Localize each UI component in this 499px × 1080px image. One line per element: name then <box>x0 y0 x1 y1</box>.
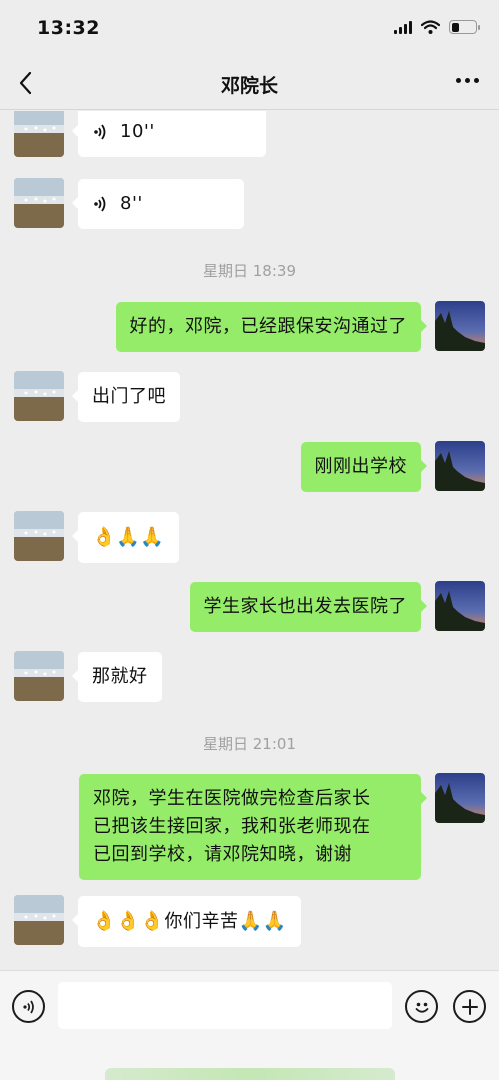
folded-hands-emoji-icon: 🙏 <box>116 526 141 548</box>
my-avatar[interactable] <box>435 441 485 491</box>
status-icons <box>394 20 480 34</box>
voice-message-bubble[interactable]: 10'' <box>72 111 266 157</box>
emoji-button[interactable] <box>405 990 438 1023</box>
sender-avatar[interactable] <box>14 895 64 945</box>
folded-hands-emoji-icon: 🙏 <box>238 910 263 932</box>
my-avatar[interactable] <box>435 301 485 351</box>
sender-avatar[interactable] <box>14 651 64 701</box>
home-indicator <box>105 1068 395 1080</box>
sender-avatar[interactable] <box>14 111 64 157</box>
sender-avatar[interactable] <box>14 371 64 421</box>
message-line: 已把该生接回家，我和张老师现在 <box>93 816 371 837</box>
voice-wave-icon <box>94 196 106 212</box>
my-avatar[interactable] <box>435 773 485 823</box>
received-message-bubble[interactable]: 👌🙏🙏 <box>72 512 179 563</box>
voice-wave-icon <box>94 124 106 140</box>
more-button[interactable] <box>456 78 479 83</box>
chat-title: 邓院长 <box>220 75 278 97</box>
voice-message-bubble[interactable]: 8'' <box>72 179 244 229</box>
sent-message-bubble[interactable]: 好的，邓院，已经跟保安沟通过了 <box>115 302 427 352</box>
received-message-bubble[interactable]: 👌👌👌你们辛苦🙏🙏 <box>72 896 301 947</box>
smiley-icon <box>415 1002 428 1013</box>
sent-message-bubble[interactable]: 邓院，学生在医院做完检查后家长 已把该生接回家，我和张老师现在 已回到学校，请邓… <box>79 774 427 880</box>
sender-avatar[interactable] <box>14 178 64 228</box>
chat-message-list[interactable]: 10'' 8'' 星期日 18:39 好的，邓院，已经跟保安沟通过了 出门了吧 <box>0 111 499 970</box>
ok-hand-emoji-icon: 👌 <box>92 526 117 548</box>
voice-duration: 8'' <box>120 193 143 214</box>
voice-input-button[interactable] <box>12 990 45 1023</box>
more-dots-icon <box>456 78 479 83</box>
chat-header: 邓院长 <box>0 56 499 110</box>
input-bar <box>0 970 499 1080</box>
battery-level <box>451 22 460 32</box>
timestamp-label: 星期日 21:01 <box>203 735 296 753</box>
ok-hand-emoji-icon: 👌 <box>116 910 141 932</box>
timestamp-label: 星期日 18:39 <box>203 262 296 280</box>
received-message-bubble[interactable]: 那就好 <box>72 652 162 702</box>
sent-message-bubble[interactable]: 学生家长也出发去医院了 <box>189 582 427 632</box>
my-avatar[interactable] <box>435 581 485 631</box>
folded-hands-emoji-icon: 🙏 <box>140 526 165 548</box>
battery-icon <box>449 20 480 34</box>
message-input[interactable] <box>58 982 392 1029</box>
plus-icon <box>461 998 478 1015</box>
ok-hand-emoji-icon: 👌 <box>140 910 165 932</box>
status-bar: 13:32 <box>0 0 499 56</box>
received-message-bubble[interactable]: 出门了吧 <box>72 372 180 422</box>
voice-input-icon <box>22 1000 34 1013</box>
message-text: 你们辛苦 <box>164 911 239 932</box>
status-time: 13:32 <box>37 17 100 39</box>
sent-message-bubble[interactable]: 刚刚出学校 <box>300 442 427 492</box>
folded-hands-emoji-icon: 🙏 <box>262 910 287 932</box>
sender-avatar[interactable] <box>14 511 64 561</box>
ok-hand-emoji-icon: 👌 <box>92 910 117 932</box>
more-functions-button[interactable] <box>453 990 486 1023</box>
message-line: 邓院，学生在医院做完检查后家长 <box>93 788 371 809</box>
voice-duration: 10'' <box>120 121 155 142</box>
message-line: 已回到学校，请邓院知晓，谢谢 <box>93 844 352 865</box>
wifi-icon <box>421 20 440 34</box>
cellular-signal-icon <box>394 20 412 34</box>
